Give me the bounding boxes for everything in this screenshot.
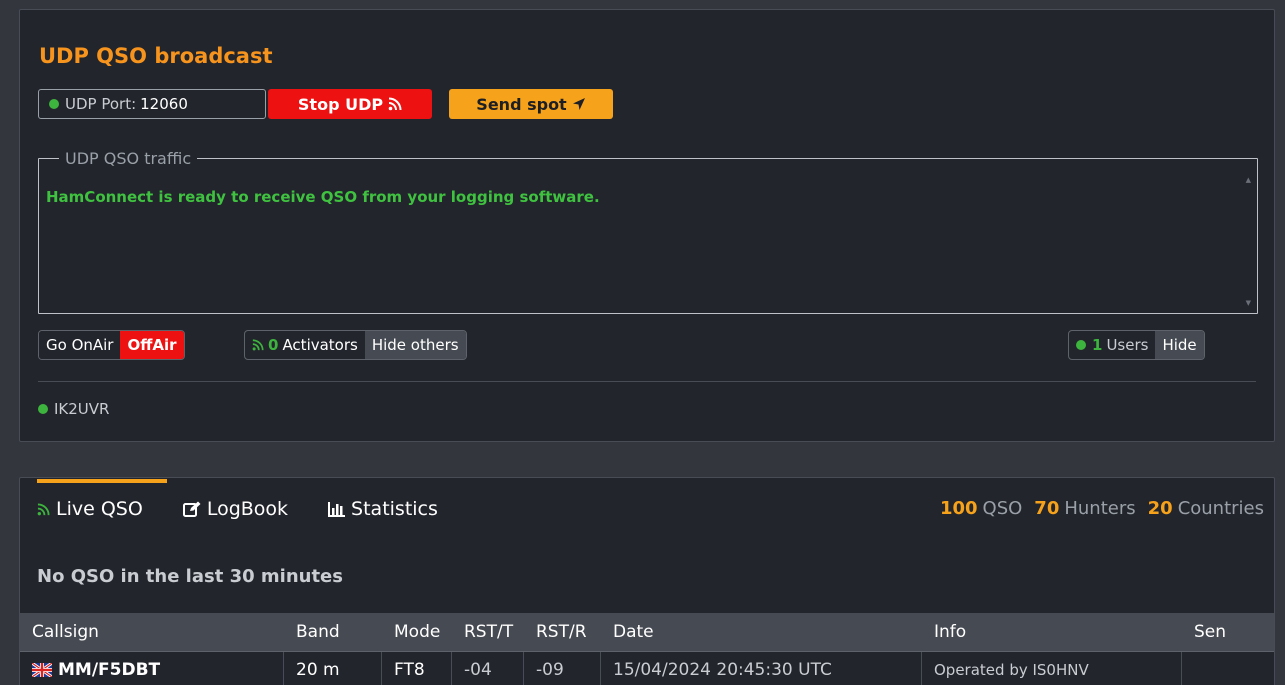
- column-header-band[interactable]: Band: [284, 613, 382, 651]
- column-header-callsign[interactable]: Callsign: [20, 613, 284, 651]
- cell-date: 15/04/2024 20:45:30 UTC: [601, 652, 922, 685]
- uk-flag-icon: [32, 662, 52, 677]
- udp-port-indicator: UDP Port: 12060: [38, 89, 266, 119]
- activators-count: 0: [268, 336, 279, 354]
- rss-icon: [252, 339, 264, 351]
- online-user-callsign: IK2UVR: [54, 400, 110, 418]
- tab-live-qso[interactable]: Live QSO: [37, 498, 143, 520]
- activators-indicator: 0 Activators: [245, 331, 365, 359]
- activators-label: Activators: [282, 336, 358, 354]
- udp-traffic-legend: UDP QSO traffic: [65, 149, 192, 168]
- tab-logbook[interactable]: LogBook: [182, 498, 289, 520]
- qso-tabs: Live QSO LogBook Statistics: [37, 498, 478, 520]
- scroll-up-icon[interactable]: ▲: [1246, 176, 1251, 184]
- column-header-info[interactable]: Info: [922, 613, 1182, 651]
- status-dot-icon: [38, 404, 48, 414]
- send-spot-button[interactable]: Send spot: [449, 89, 613, 119]
- stop-udp-label: Stop UDP: [297, 94, 384, 114]
- location-arrow-icon: [572, 98, 585, 110]
- hide-others-button[interactable]: Hide others: [364, 331, 466, 359]
- hunters-count: 70: [1034, 498, 1060, 519]
- column-header-rst-t[interactable]: RST/T: [452, 613, 524, 651]
- edit-icon: [182, 501, 201, 517]
- callsign-text: MM/F5DBT: [58, 659, 161, 680]
- column-header-date[interactable]: Date: [601, 613, 922, 651]
- hide-users-button[interactable]: Hide: [1155, 331, 1204, 359]
- cell-rst-r: -09: [524, 652, 601, 685]
- udp-port-label: UDP Port:: [65, 95, 137, 113]
- users-count: 1: [1092, 336, 1103, 354]
- table-header: Callsign Band Mode RST/T RST/R Date Info…: [20, 613, 1274, 651]
- scroll-down-icon[interactable]: ▼: [1246, 299, 1251, 307]
- qso-panel: Live QSO LogBook Statistics 100 QSO 70 H…: [19, 477, 1275, 685]
- qso-count: 100: [939, 498, 978, 519]
- tab-label: LogBook: [206, 498, 289, 520]
- rss-icon: [388, 97, 402, 111]
- tab-label: Statistics: [351, 498, 438, 520]
- udp-port-value: 12060: [140, 95, 188, 113]
- qso-table: Callsign Band Mode RST/T RST/R Date Info…: [20, 613, 1274, 685]
- column-header-mode[interactable]: Mode: [382, 613, 452, 651]
- cell-rst-t: -04: [452, 652, 524, 685]
- cell-callsign[interactable]: MM/F5DBT: [20, 652, 284, 685]
- send-spot-label: Send spot: [476, 94, 567, 114]
- column-header-sent[interactable]: Sen: [1182, 613, 1274, 651]
- rss-icon: [37, 502, 50, 515]
- qso-label: QSO: [982, 498, 1023, 519]
- online-user-item[interactable]: IK2UVR: [38, 400, 109, 418]
- no-qso-message: No QSO in the last 30 minutes: [37, 566, 343, 587]
- users-indicator: 1 Users: [1069, 331, 1155, 359]
- onair-toggle: Go OnAir OffAir: [38, 330, 185, 360]
- countries-label: Countries: [1177, 498, 1264, 519]
- table-row[interactable]: MM/F5DBT 20 m FT8 -04 -09 15/04/2024 20:…: [20, 651, 1274, 685]
- status-dot-icon: [49, 99, 59, 109]
- stop-udp-button[interactable]: Stop UDP: [268, 89, 432, 119]
- activators-group: 0 Activators Hide others: [244, 330, 467, 360]
- countries-count: 20: [1147, 498, 1173, 519]
- cell-info: Operated by IS0HNV: [922, 652, 1182, 685]
- hunters-label: Hunters: [1064, 498, 1136, 519]
- users-label: Users: [1106, 336, 1149, 354]
- cell-sent: [1182, 652, 1274, 685]
- status-dot-icon: [1076, 340, 1086, 350]
- users-group: 1 Users Hide: [1068, 330, 1205, 360]
- cell-mode: FT8: [382, 652, 452, 685]
- tab-statistics[interactable]: Statistics: [328, 498, 438, 520]
- column-header-rst-r[interactable]: RST/R: [524, 613, 601, 651]
- go-onair-button[interactable]: Go OnAir: [39, 331, 121, 359]
- udp-broadcast-panel: UDP QSO broadcast UDP Port: 12060 Stop U…: [19, 9, 1275, 442]
- offair-button[interactable]: OffAir: [120, 331, 184, 359]
- bar-chart-icon: [328, 501, 346, 517]
- active-tab-indicator: [37, 479, 167, 483]
- panel-title: UDP QSO broadcast: [39, 44, 273, 68]
- udp-traffic-box: UDP QSO traffic HamConnect is ready to r…: [38, 149, 1258, 314]
- qso-stats: 100 QSO 70 Hunters 20 Countries: [940, 498, 1264, 519]
- divider: [38, 381, 1256, 382]
- udp-traffic-message: HamConnect is ready to receive QSO from …: [46, 188, 600, 206]
- cell-band: 20 m: [284, 652, 382, 685]
- tab-label: Live QSO: [56, 498, 143, 520]
